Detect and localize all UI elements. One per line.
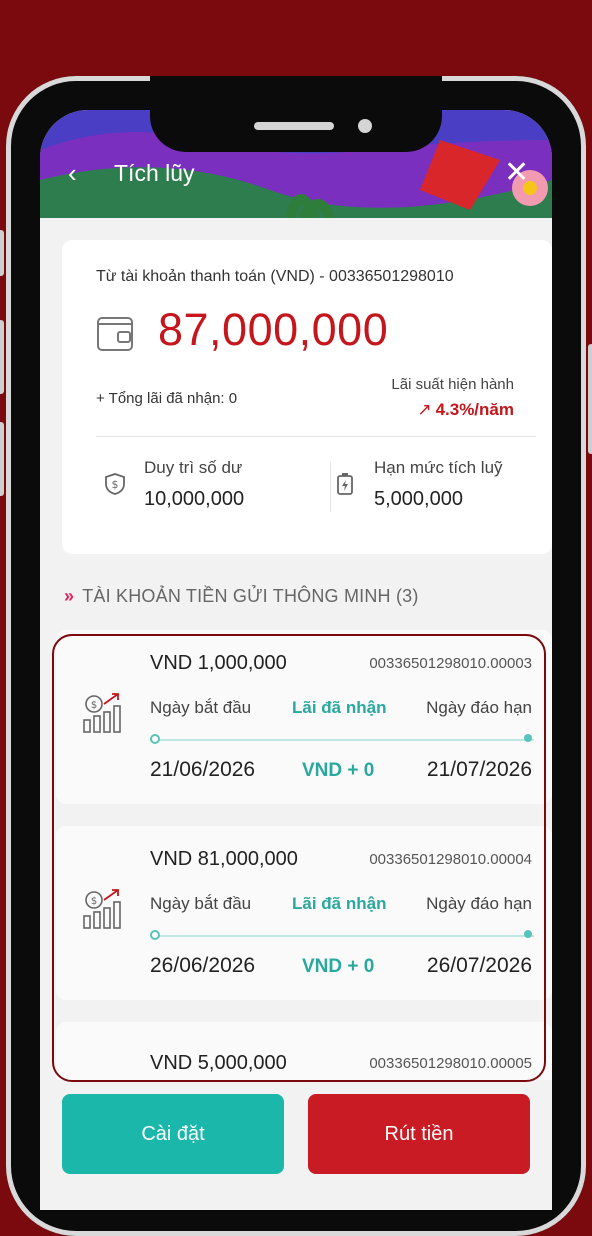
deposit-list-highlight [52,634,546,1082]
savings-limit-value: 5,000,000 [374,488,463,510]
side-button-left-2 [0,320,4,394]
divider [96,436,536,437]
maintain-balance-label: Duy trì số dư [144,458,243,477]
trend-chart-icon: ↗ [417,400,432,419]
close-icon[interactable]: ✕ [504,158,529,188]
source-account: Từ tài khoản thanh toán (VND) - 00336501… [96,268,454,285]
double-chevron-icon: » [64,586,75,606]
phone-notch [150,76,442,152]
current-rate-label: Lãi suất hiện hành [391,376,514,393]
chevron-left-icon[interactable]: ‹ [68,160,90,186]
maintain-balance-value: 10,000,000 [144,488,245,510]
withdraw-button[interactable]: Rút tiền [308,1094,530,1174]
side-button-right [588,344,592,454]
balance-amount: 87,000,000 [158,304,389,355]
section-title: » TÀI KHOẢN TIỀN GỬI THÔNG MINH (3) [64,586,419,607]
front-camera [358,119,372,133]
page-title: Tích lũy [114,160,195,186]
svg-text:$: $ [112,478,119,491]
settings-button[interactable]: Cài đặt [62,1094,284,1174]
side-button-left-1 [0,230,4,276]
rate-value: 4.3%/năm [435,400,514,419]
wallet-icon [97,317,133,351]
battery-bolt-icon [337,473,353,495]
savings-limit-label: Hạn mức tích luỹ [374,458,503,477]
total-interest-received: + Tổng lãi đã nhận: 0 [96,390,238,407]
section-title-text: TÀI KHOẢN TIỀN GỬI THÔNG MINH (3) [82,586,419,606]
current-rate: ↗ 4.3%/năm [417,400,514,420]
speaker-grille [254,122,334,130]
balance-card: Từ tài khoản thanh toán (VND) - 00336501… [62,240,552,554]
vertical-divider [330,462,331,512]
side-button-left-3 [0,422,4,496]
shield-dollar-icon: $ [105,473,125,495]
